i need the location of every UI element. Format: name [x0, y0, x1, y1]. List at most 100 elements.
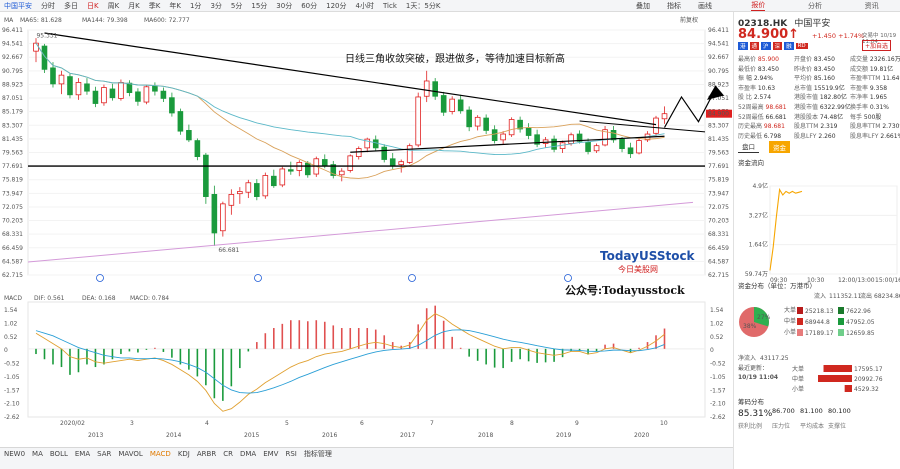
quote-field-19: 港股股本 74.48亿: [794, 112, 843, 121]
period-14[interactable]: 4小时: [356, 1, 374, 11]
candle-body: [92, 90, 99, 104]
side-tab-2[interactable]: 资讯: [865, 1, 879, 11]
period-5[interactable]: 季K: [149, 1, 161, 11]
quote-field-18: 52周最低 66.681: [738, 112, 787, 121]
y-label-right: 75.819: [708, 177, 729, 184]
quote-field-value: 6322.99亿: [819, 104, 851, 111]
net-value: 43117.25: [760, 355, 789, 362]
quote-field-9: 市盈率 10.63: [738, 83, 775, 92]
y-label-left: 66.459: [2, 245, 23, 252]
quote-field-label: 港股股本: [794, 113, 820, 121]
candle-body: [58, 74, 65, 85]
candle-body: [372, 139, 379, 149]
badge-2: 沪: [761, 42, 771, 50]
macd-y-label-right: -2.10: [710, 401, 726, 408]
y-label-left: 85.179: [2, 109, 23, 116]
period-13[interactable]: 120分: [326, 1, 346, 11]
y-label-right: 64.587: [708, 258, 729, 265]
quote-field-value: 2.661%: [880, 132, 900, 140]
quote-field-label: 市盈率: [850, 84, 870, 92]
indicator-emv[interactable]: EMV: [263, 450, 278, 458]
side-tab-1[interactable]: 分析: [808, 1, 822, 11]
indicator-ema[interactable]: EMA: [75, 450, 90, 458]
chips-title: 筹码分布: [738, 398, 764, 406]
quote-field-value: 182.80亿: [819, 94, 847, 102]
period-6[interactable]: 年K: [169, 1, 181, 11]
indicator-指标管理[interactable]: 指标管理: [304, 449, 332, 459]
period-11[interactable]: 30分: [276, 1, 292, 11]
indicator-kdj[interactable]: KDJ: [178, 450, 190, 458]
low-label: 66.681: [218, 247, 239, 254]
toolbar-tool-1[interactable]: 指标: [667, 1, 681, 11]
period-0[interactable]: 分时: [41, 1, 55, 11]
quote-field-label: 52周最低: [738, 113, 766, 121]
candle-body: [474, 116, 481, 127]
quote-field-8: 市盈率TTM 11.649: [850, 73, 900, 82]
dist-row-label: 中单: [784, 317, 796, 325]
period-3[interactable]: 周K: [108, 1, 120, 11]
indicator-arbr[interactable]: ARBR: [197, 450, 216, 458]
candle-body: [483, 117, 489, 131]
indicator-dma[interactable]: DMA: [240, 450, 256, 458]
indicator-new0[interactable]: NEW0: [4, 450, 25, 458]
x-label: 9: [575, 420, 579, 427]
y-label-left: 77.691: [2, 163, 23, 170]
period-9[interactable]: 5分: [231, 1, 242, 11]
period-8[interactable]: 3分: [210, 1, 221, 11]
dist-out-swatch: [838, 318, 844, 325]
period-7[interactable]: 1分: [190, 1, 201, 11]
toolbar-tool-2[interactable]: 画线: [698, 1, 712, 11]
period-4[interactable]: 月K: [128, 1, 140, 11]
quote-field-value: 2.574: [753, 94, 772, 102]
badge-5: RD: [795, 43, 808, 49]
y-label-right: 72.075: [708, 204, 729, 211]
quote-field-3: 最低价 83.450: [738, 64, 779, 73]
quote-field-1: 开盘价 83.450: [794, 54, 835, 63]
period-10[interactable]: 15分: [251, 1, 267, 11]
side-tabs: 报价 分析 资讯: [730, 0, 900, 12]
candle-body: [568, 134, 574, 144]
candle-body: [169, 97, 175, 114]
candle-body: [636, 140, 642, 154]
indicator-rsi[interactable]: RSI: [285, 450, 296, 458]
quote-field-value: 74.48亿: [819, 113, 844, 121]
dist-row-label: 小单: [784, 328, 796, 336]
indicator-macd[interactable]: MACD: [150, 450, 171, 458]
candle-body: [432, 81, 438, 97]
period-1[interactable]: 多日: [64, 1, 78, 11]
toolbar-tool-0[interactable]: 叠加: [636, 1, 650, 11]
indicator-ma[interactable]: MA: [32, 450, 43, 458]
side-tab-0[interactable]: 报价: [751, 0, 766, 11]
indicator-cr[interactable]: CR: [223, 450, 233, 458]
stock-name: 中国平安: [794, 19, 831, 29]
quote-field-24: 历史最低 6.798: [738, 131, 781, 140]
y-label-left: 64.587: [2, 258, 23, 265]
y-label-right: 66.459: [708, 245, 729, 252]
macd-y-label-left: 1.02: [4, 320, 18, 327]
sub-tab-0[interactable]: 盘口: [738, 140, 759, 153]
badge-3: 深: [772, 42, 783, 50]
inflow-label: 流入: [814, 292, 826, 300]
y-label-right: 70.203: [708, 218, 729, 225]
period-2[interactable]: 日K: [87, 1, 99, 11]
ma600-line: [27, 201, 694, 263]
quote-field-13: 港股市值 182.80亿: [794, 92, 847, 101]
period-12[interactable]: 60分: [301, 1, 317, 11]
quote-field-6: 振 幅 2.94%: [738, 73, 773, 82]
indicator-sar[interactable]: SAR: [97, 450, 111, 458]
y-label-left: 75.819: [2, 177, 23, 184]
latest-label: 最近更新：: [738, 364, 768, 372]
market-badges: 港通沪深融 RD: [738, 42, 810, 50]
x-label: 6: [360, 420, 364, 427]
period-16[interactable]: 1天：5分K: [406, 1, 441, 11]
add-watchlist-button[interactable]: +加自选: [862, 40, 892, 51]
indicator-boll[interactable]: BOLL: [50, 450, 68, 458]
toolbar-symbol[interactable]: 中国平安: [4, 1, 32, 11]
quote-field-value: 1.965: [869, 94, 888, 102]
mini-x-label: 15:00/16:00: [875, 277, 900, 284]
y-label-left: 94.541: [2, 41, 23, 48]
period-15[interactable]: Tick: [383, 2, 397, 10]
sub-tab-1[interactable]: 资金: [769, 140, 790, 153]
indicator-mavol[interactable]: MAVOL: [118, 450, 142, 458]
x-label: 5: [285, 420, 289, 427]
